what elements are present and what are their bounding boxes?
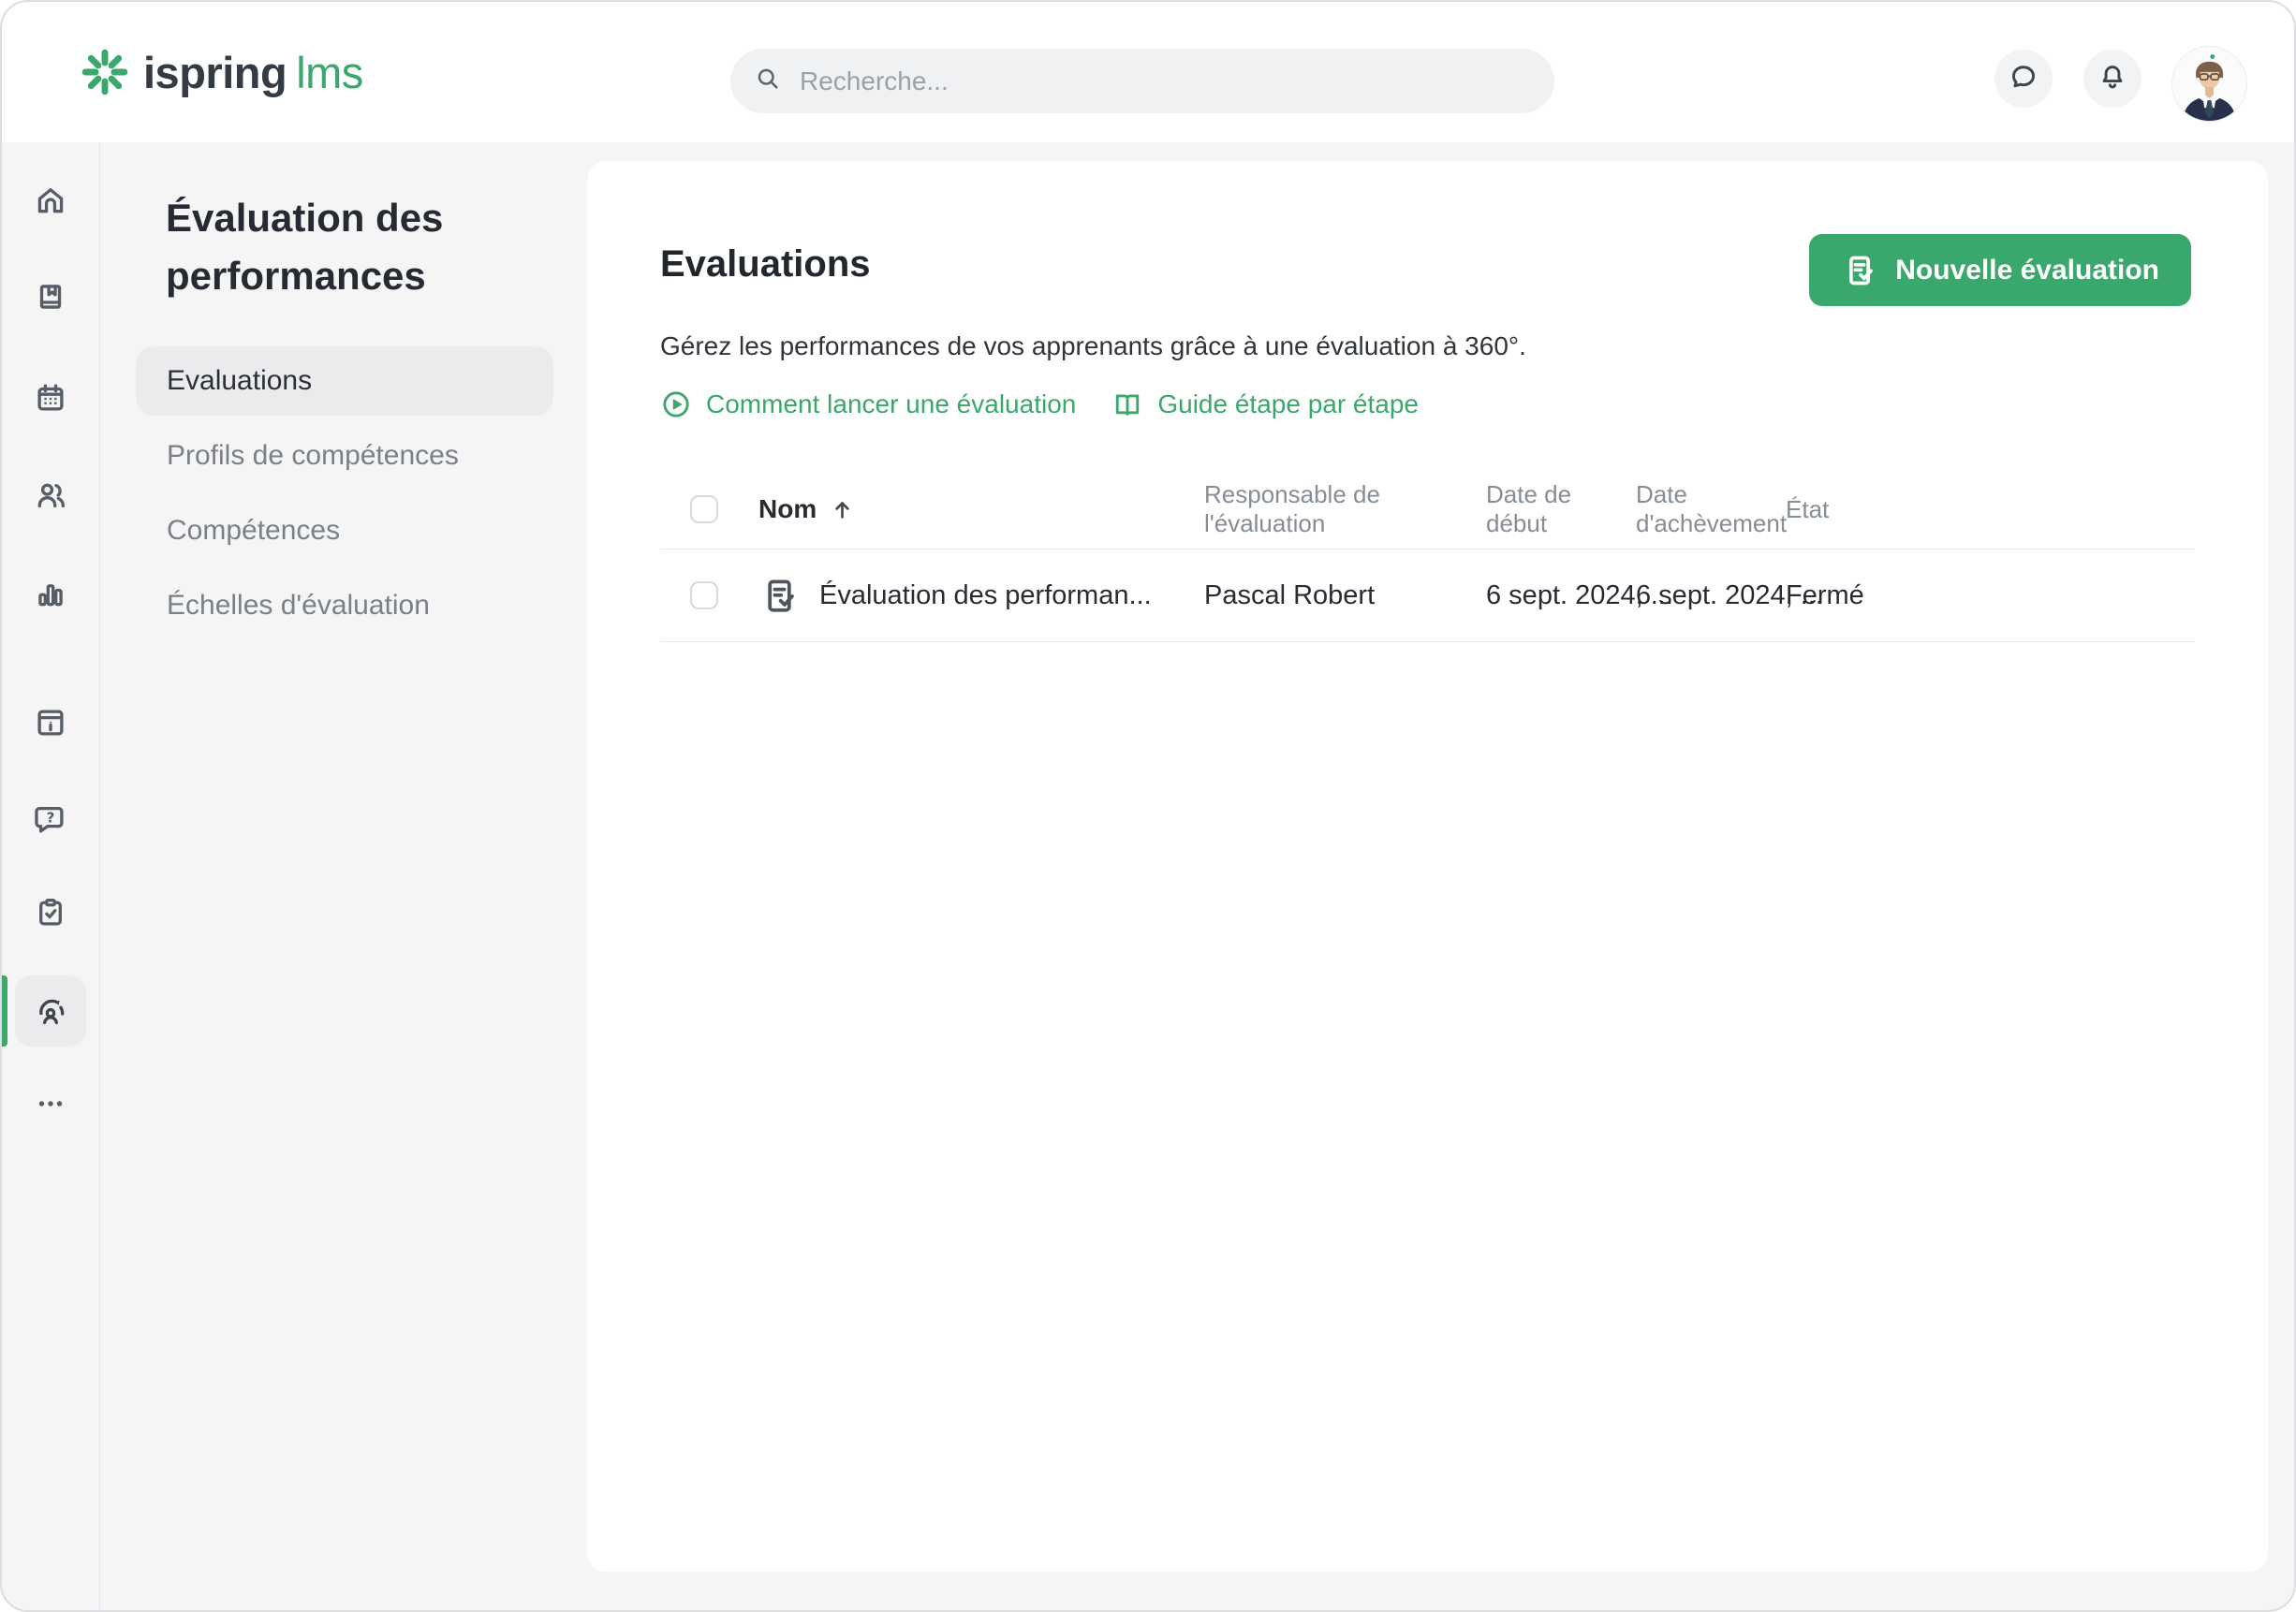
- bar-chart-icon: [38, 584, 63, 607]
- module-menu: Evaluations Profils de compétences Compé…: [136, 346, 553, 646]
- column-header-date-debut: Date de début: [1486, 480, 1572, 537]
- more-dots-icon: [38, 1101, 63, 1106]
- rail-item-info[interactable]: [24, 696, 77, 749]
- select-all-checkbox[interactable]: [690, 495, 718, 523]
- spinner-logo-icon: [81, 48, 129, 96]
- document-check-icon: [1849, 256, 1874, 285]
- rail-item-courses[interactable]: [24, 271, 77, 323]
- sidebar-item-echelles-devaluation[interactable]: Échelles d'évaluation: [136, 571, 553, 640]
- info-panel-icon: [37, 710, 64, 736]
- table-row[interactable]: Évaluation des performan... Pascal Rober…: [660, 550, 2195, 642]
- link-how-to-launch[interactable]: Comment lancer une évaluation: [660, 388, 1076, 420]
- rail-item-tasks[interactable]: [24, 887, 77, 939]
- rail-item-users[interactable]: [24, 469, 77, 521]
- rail-item-support[interactable]: ?: [24, 793, 77, 845]
- column-header-etat: État: [1786, 494, 1830, 523]
- sidebar-item-competences[interactable]: Compétences: [136, 496, 553, 565]
- row-owner: Pascal Robert: [1204, 579, 1376, 610]
- column-header-nom[interactable]: Nom: [758, 494, 1204, 524]
- rail-item-home[interactable]: [24, 174, 77, 227]
- column-header-date-achevement: Date d'achèvement: [1636, 480, 1788, 537]
- rail-item-calendar[interactable]: [24, 372, 77, 424]
- column-header-responsable: Responsable de l'évaluation: [1204, 480, 1380, 537]
- brand-name: ispring: [143, 47, 287, 97]
- sidebar-item-label: Échelles d'évaluation: [167, 590, 430, 621]
- notifications-button[interactable]: [2083, 50, 2141, 108]
- performance-360-icon: [39, 999, 65, 1025]
- global-search[interactable]: [730, 49, 1554, 113]
- svg-text:?: ?: [47, 809, 55, 826]
- row-name-cell[interactable]: Évaluation des performan...: [758, 575, 1204, 617]
- user-avatar[interactable]: [2172, 47, 2246, 121]
- brand-logo[interactable]: ispring lms: [81, 2, 363, 142]
- link-label: Comment lancer une évaluation: [706, 389, 1077, 418]
- evaluation-name: Évaluation des performan...: [819, 579, 1152, 610]
- row-checkbox-cell: [660, 581, 758, 609]
- chat-button[interactable]: [1994, 50, 2053, 108]
- open-book-icon: [1116, 394, 1140, 416]
- play-circle-icon: [663, 391, 689, 418]
- sidebar-item-evaluations[interactable]: Evaluations: [136, 346, 553, 416]
- table-header-row: Nom Responsable de l'évaluation Date de …: [660, 470, 2195, 550]
- app-window: ispring lms Recherche... ? Évaluation de…: [0, 0, 2296, 1612]
- sidebar-item-label: Compétences: [167, 515, 341, 546]
- screen: ispring lms Recherche... ? Évaluation de…: [0, 0, 2296, 1612]
- bell-icon: [2097, 62, 2127, 96]
- row-start-date: 6 sept. 2024, ...: [1486, 579, 1673, 610]
- rail-item-reports[interactable]: [24, 567, 77, 620]
- search-input[interactable]: [798, 65, 1530, 97]
- home-icon: [37, 188, 64, 213]
- evaluations-table: Nom Responsable de l'évaluation Date de …: [660, 470, 2195, 642]
- clipboard-check-icon: [39, 899, 62, 926]
- active-accent-bar: [2, 975, 7, 1047]
- sidebar-item-label: Evaluations: [167, 365, 313, 396]
- search-icon: [755, 66, 781, 96]
- sort-ascending-icon: [835, 501, 849, 519]
- help-links: Comment lancer une évaluation Guide étap…: [660, 388, 1419, 420]
- question-chat-icon: ?: [35, 806, 64, 833]
- page-title: Evaluations: [660, 243, 871, 285]
- new-evaluation-button[interactable]: Nouvelle évaluation: [1809, 234, 2191, 306]
- header-checkbox-cell: [660, 495, 758, 523]
- document-check-icon: [768, 579, 794, 612]
- book-icon: [39, 285, 62, 309]
- rail-item-performance[interactable]: [15, 975, 86, 1047]
- sidebar-item-profils-de-competences[interactable]: Profils de compétences: [136, 421, 553, 491]
- calendar-icon: [37, 384, 64, 411]
- new-evaluation-label: Nouvelle évaluation: [1895, 254, 2159, 286]
- rail-item-more[interactable]: [24, 1077, 77, 1130]
- topbar: ispring lms: [2, 2, 2294, 142]
- sidebar-item-label: Profils de compétences: [167, 440, 459, 471]
- users-icon: [37, 483, 65, 508]
- row-end-date: 6 sept. 2024, ...: [1636, 579, 1823, 610]
- page-description: Gérez les performances de vos apprenants…: [660, 331, 1526, 360]
- row-checkbox[interactable]: [690, 581, 718, 609]
- main-panel: Evaluations Nouvelle évaluation Gérez le…: [587, 161, 2268, 1572]
- module-sidebar: Évaluation des performances Evaluations …: [100, 142, 587, 1610]
- row-status: Fermé: [1786, 579, 1864, 610]
- link-label: Guide étape par étape: [1157, 389, 1420, 418]
- icon-rail: ?: [2, 142, 100, 1610]
- brand-suffix: lms: [296, 47, 363, 97]
- module-title: Évaluation des performances: [166, 196, 444, 298]
- chat-icon: [2009, 62, 2038, 96]
- user-photo: [2172, 47, 2246, 121]
- link-step-guide[interactable]: Guide étape par étape: [1111, 388, 1419, 420]
